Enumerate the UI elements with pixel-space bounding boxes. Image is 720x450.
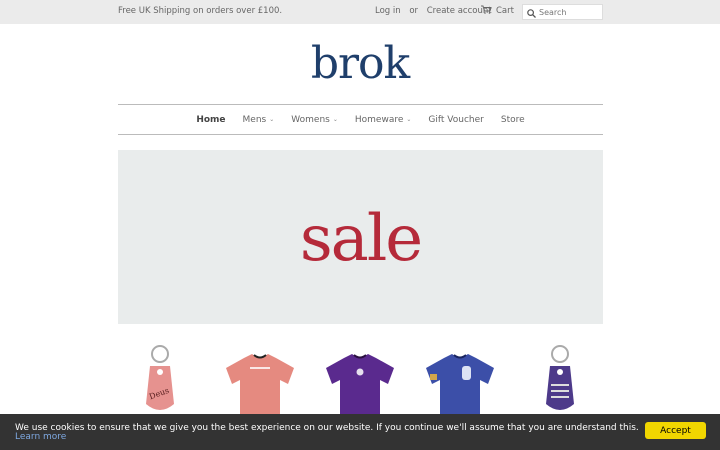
search-box [522, 4, 603, 20]
sale-text: sale [299, 202, 423, 276]
nav-mens[interactable]: Mens ⌄ [243, 115, 275, 125]
product-purple-keyring[interactable] [540, 344, 580, 418]
nav-store-label: Store [500, 114, 525, 125]
chevron-down-icon: ⌄ [269, 116, 275, 123]
accept-cookies-button[interactable]: Accept [645, 422, 706, 439]
search-input[interactable] [539, 7, 599, 17]
nav-home-label: Home [196, 114, 226, 125]
nav-home[interactable]: Home [196, 115, 225, 125]
chevron-down-icon: ⌄ [332, 116, 338, 123]
nav-gift-voucher[interactable]: Gift Voucher [428, 115, 483, 125]
login-link[interactable]: Log in [375, 6, 401, 16]
product-purple-tshirt[interactable] [320, 344, 400, 418]
nav-store[interactable]: Store [501, 115, 525, 125]
cookie-banner: We use cookies to ensure that we give yo… [0, 414, 720, 450]
site-logo[interactable]: brok [0, 38, 720, 89]
learn-more-link[interactable]: Learn more [15, 432, 66, 442]
nav-womens-label: Womens [291, 114, 330, 125]
cookie-message: We use cookies to ensure that we give yo… [15, 424, 640, 442]
shipping-notice: Free UK Shipping on orders over £100. [118, 6, 283, 16]
product-blue-tshirt[interactable] [420, 344, 500, 418]
nav-homeware[interactable]: Homeware ⌄ [355, 115, 412, 125]
top-bar: Free UK Shipping on orders over £100. Lo… [0, 0, 720, 24]
chevron-down-icon: ⌄ [406, 116, 412, 123]
sale-banner[interactable]: sale [118, 150, 603, 324]
cart-icon [481, 5, 492, 17]
search-icon[interactable] [527, 3, 536, 22]
product-row: Deus [118, 344, 603, 414]
product-pink-tshirt[interactable] [220, 344, 300, 418]
or-text: or [409, 6, 419, 16]
cart-label: Cart [496, 6, 514, 16]
nav-gift-voucher-label: Gift Voucher [428, 114, 484, 125]
main-nav: Home Mens ⌄ Womens ⌄ Homeware ⌄ Gift Vouche… [118, 104, 603, 135]
nav-homeware-label: Homeware [354, 114, 404, 125]
nav-womens[interactable]: Womens ⌄ [291, 115, 338, 125]
nav-mens-label: Mens [242, 114, 267, 125]
product-pink-keyring[interactable]: Deus [140, 344, 180, 418]
account-links: Log in or Create account [375, 6, 498, 16]
cookie-text: We use cookies to ensure that we give yo… [15, 423, 639, 433]
cart-link[interactable]: Cart [481, 5, 514, 17]
